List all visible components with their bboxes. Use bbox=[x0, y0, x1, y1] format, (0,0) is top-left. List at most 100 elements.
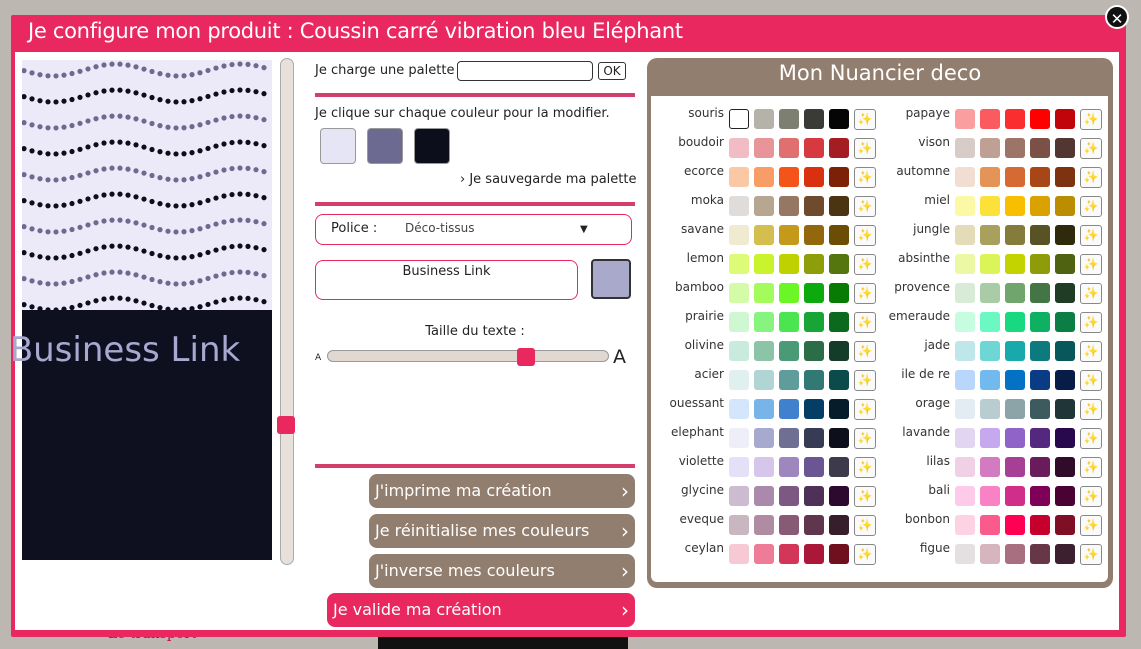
magic-wand-icon[interactable]: ✨ bbox=[854, 283, 876, 304]
color-chip[interactable] bbox=[754, 486, 774, 506]
ok-button[interactable]: OK bbox=[598, 62, 626, 80]
color-chip[interactable] bbox=[1055, 312, 1075, 332]
text-size-slider[interactable] bbox=[327, 350, 609, 362]
color-chip[interactable] bbox=[1005, 138, 1025, 158]
text-size-handle[interactable] bbox=[517, 348, 535, 366]
chevron-down-icon[interactable]: ▼ bbox=[580, 224, 588, 235]
magic-wand-icon[interactable]: ✨ bbox=[854, 457, 876, 478]
color-chip[interactable] bbox=[754, 341, 774, 361]
color-chip[interactable] bbox=[804, 341, 824, 361]
color-chip[interactable] bbox=[1005, 225, 1025, 245]
color-chip[interactable] bbox=[955, 544, 975, 564]
color-chip[interactable] bbox=[1005, 399, 1025, 419]
palette-color-1[interactable] bbox=[320, 128, 356, 164]
magic-wand-icon[interactable]: ✨ bbox=[854, 225, 876, 246]
color-chip[interactable] bbox=[754, 225, 774, 245]
color-chip[interactable] bbox=[980, 167, 1000, 187]
magic-wand-icon[interactable]: ✨ bbox=[854, 544, 876, 565]
color-chip[interactable] bbox=[980, 341, 1000, 361]
magic-wand-icon[interactable]: ✨ bbox=[1080, 167, 1102, 188]
magic-wand-icon[interactable]: ✨ bbox=[1080, 225, 1102, 246]
color-chip[interactable] bbox=[1030, 457, 1050, 477]
color-chip[interactable] bbox=[754, 312, 774, 332]
color-chip[interactable] bbox=[1005, 109, 1025, 129]
color-chip[interactable] bbox=[1055, 399, 1075, 419]
color-chip[interactable] bbox=[1055, 457, 1075, 477]
color-chip[interactable] bbox=[1005, 312, 1025, 332]
color-chip[interactable] bbox=[1005, 196, 1025, 216]
color-chip[interactable] bbox=[804, 196, 824, 216]
color-chip[interactable] bbox=[779, 196, 799, 216]
color-chip[interactable] bbox=[754, 109, 774, 129]
text-color-swatch[interactable] bbox=[591, 259, 631, 299]
color-chip[interactable] bbox=[1055, 515, 1075, 535]
color-chip[interactable] bbox=[955, 370, 975, 390]
magic-wand-icon[interactable]: ✨ bbox=[854, 399, 876, 420]
color-chip[interactable] bbox=[980, 515, 1000, 535]
color-chip[interactable] bbox=[829, 544, 849, 564]
color-chip[interactable] bbox=[804, 109, 824, 129]
magic-wand-icon[interactable]: ✨ bbox=[1080, 515, 1102, 536]
color-chip[interactable] bbox=[1030, 312, 1050, 332]
color-chip[interactable] bbox=[804, 225, 824, 245]
color-chip[interactable] bbox=[980, 109, 1000, 129]
color-chip[interactable] bbox=[980, 544, 1000, 564]
magic-wand-icon[interactable]: ✨ bbox=[1080, 138, 1102, 159]
color-chip[interactable] bbox=[804, 370, 824, 390]
color-chip[interactable] bbox=[829, 428, 849, 448]
color-chip[interactable] bbox=[829, 341, 849, 361]
print-button[interactable]: J'imprime ma création › bbox=[369, 474, 635, 508]
color-chip[interactable] bbox=[729, 196, 749, 216]
color-chip[interactable] bbox=[980, 138, 1000, 158]
color-chip[interactable] bbox=[779, 312, 799, 332]
color-chip[interactable] bbox=[804, 167, 824, 187]
color-chip[interactable] bbox=[829, 109, 849, 129]
color-chip[interactable] bbox=[980, 428, 1000, 448]
color-chip[interactable] bbox=[729, 341, 749, 361]
magic-wand-icon[interactable]: ✨ bbox=[854, 370, 876, 391]
magic-wand-icon[interactable]: ✨ bbox=[854, 254, 876, 275]
color-chip[interactable] bbox=[754, 138, 774, 158]
color-chip[interactable] bbox=[1030, 283, 1050, 303]
magic-wand-icon[interactable]: ✨ bbox=[854, 167, 876, 188]
color-chip[interactable] bbox=[754, 167, 774, 187]
color-chip[interactable] bbox=[829, 254, 849, 274]
color-chip[interactable] bbox=[829, 167, 849, 187]
palette-input[interactable] bbox=[457, 61, 593, 81]
color-chip[interactable] bbox=[779, 399, 799, 419]
color-chip[interactable] bbox=[779, 138, 799, 158]
color-chip[interactable] bbox=[955, 341, 975, 361]
color-chip[interactable] bbox=[804, 544, 824, 564]
color-chip[interactable] bbox=[754, 196, 774, 216]
color-chip[interactable] bbox=[1030, 370, 1050, 390]
color-chip[interactable] bbox=[729, 109, 749, 129]
magic-wand-icon[interactable]: ✨ bbox=[1080, 486, 1102, 507]
magic-wand-icon[interactable]: ✨ bbox=[854, 428, 876, 449]
magic-wand-icon[interactable]: ✨ bbox=[1080, 370, 1102, 391]
color-chip[interactable] bbox=[1030, 254, 1050, 274]
color-chip[interactable] bbox=[804, 254, 824, 274]
color-chip[interactable] bbox=[829, 225, 849, 245]
color-chip[interactable] bbox=[829, 312, 849, 332]
color-chip[interactable] bbox=[729, 399, 749, 419]
color-chip[interactable] bbox=[779, 341, 799, 361]
color-chip[interactable] bbox=[779, 109, 799, 129]
color-chip[interactable] bbox=[729, 254, 749, 274]
palette-color-2[interactable] bbox=[367, 128, 403, 164]
color-chip[interactable] bbox=[729, 370, 749, 390]
color-chip[interactable] bbox=[980, 225, 1000, 245]
color-chip[interactable] bbox=[980, 196, 1000, 216]
color-chip[interactable] bbox=[955, 515, 975, 535]
color-chip[interactable] bbox=[1005, 486, 1025, 506]
color-chip[interactable] bbox=[754, 515, 774, 535]
color-chip[interactable] bbox=[955, 457, 975, 477]
color-chip[interactable] bbox=[804, 312, 824, 332]
color-chip[interactable] bbox=[1030, 341, 1050, 361]
color-chip[interactable] bbox=[729, 312, 749, 332]
magic-wand-icon[interactable]: ✨ bbox=[1080, 196, 1102, 217]
color-chip[interactable] bbox=[779, 225, 799, 245]
color-chip[interactable] bbox=[955, 283, 975, 303]
color-chip[interactable] bbox=[729, 138, 749, 158]
color-chip[interactable] bbox=[754, 428, 774, 448]
validate-button[interactable]: Je valide ma création › bbox=[327, 593, 635, 627]
